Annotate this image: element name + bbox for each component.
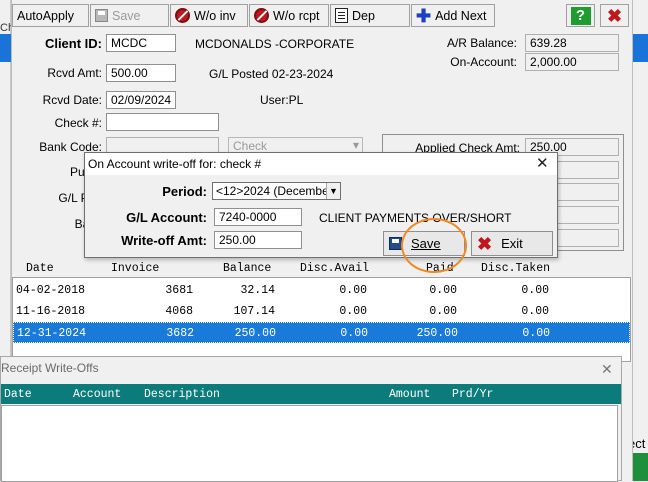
toolbar: AutoApply Save W/o inv W/o rcpt Dep ✚ Ad… xyxy=(12,4,634,28)
on-account-label: On-Account: xyxy=(450,55,517,69)
column-header-prd-yr[interactable]: Prd/Yr xyxy=(452,388,493,401)
cell-date: 12-31-2024 xyxy=(17,327,87,340)
highlight-ring xyxy=(401,218,467,273)
check-number-field[interactable] xyxy=(106,113,219,131)
background-title-bar-left xyxy=(0,34,11,62)
invoice-grid-header: Date Invoice Balance Disc.Avail Paid Dis… xyxy=(12,260,634,276)
help-icon: ? xyxy=(570,6,591,25)
column-header-date[interactable]: Date xyxy=(26,262,54,275)
autoapply-button[interactable]: AutoApply xyxy=(12,4,89,27)
cell-disc-taken: 0.00 xyxy=(521,305,549,318)
cell-paid: 0.00 xyxy=(429,284,457,297)
writeoffs-grid[interactable] xyxy=(1,405,618,482)
deposit-button[interactable]: Dep xyxy=(330,4,410,27)
add-next-button[interactable]: ✚ Add Next xyxy=(411,4,495,27)
column-header-disc-taken[interactable]: Disc.Taken xyxy=(481,262,550,275)
gl-account-label: G/L Account: xyxy=(126,210,207,225)
writeoff-invoice-button[interactable]: W/o inv xyxy=(170,4,248,27)
table-row[interactable]: 04-02-2018 3681 32.14 0.00 0.00 0.00 xyxy=(13,280,630,301)
exit-button-label: Exit xyxy=(501,236,523,251)
close-window-button[interactable]: ✖ xyxy=(600,4,629,27)
period-value: <12>2024 (Decembe xyxy=(216,184,329,198)
table-row[interactable]: 11-16-2018 4068 107.14 0.00 0.00 0.00 xyxy=(13,301,630,322)
cell-disc-avail: 0.00 xyxy=(339,284,367,297)
exit-button[interactable]: ✖ Exit xyxy=(471,231,553,256)
gl-account-field[interactable]: 7240-0000 xyxy=(214,208,302,226)
dialog-close-icon[interactable]: ✕ xyxy=(536,154,549,172)
gl-posted-text: G/L Posted 02-23-2024 xyxy=(209,67,334,81)
cell-disc-taken: 0.00 xyxy=(522,327,550,340)
invoice-grid: 04-02-2018 3681 32.14 0.00 0.00 0.00 11-… xyxy=(12,277,631,362)
ar-balance-field: 639.28 xyxy=(525,34,619,52)
autoapply-label: AutoApply xyxy=(17,8,74,23)
rcvd-amt-field[interactable]: 500.00 xyxy=(106,64,176,82)
receipt-writeoffs-window: Receipt Write-Offs ✕ Date Account Descri… xyxy=(0,356,622,482)
writeoff-amt-field[interactable]: 250.00 xyxy=(214,231,302,249)
no-sign-icon xyxy=(254,8,269,23)
close-icon: ✖ xyxy=(477,233,493,254)
client-id-field[interactable]: MCDC xyxy=(106,34,176,52)
rcvd-date-label: Rcvd Date: xyxy=(42,93,102,107)
save-toolbar-button[interactable]: Save xyxy=(90,4,169,27)
writeoffs-close-icon[interactable]: ✕ xyxy=(601,361,613,378)
cell-balance: 250.00 xyxy=(234,327,276,340)
help-button[interactable]: ? xyxy=(566,4,595,27)
document-icon xyxy=(335,8,348,23)
table-row-selected[interactable]: 12-31-2024 3682 250.00 0.00 250.00 0.00 xyxy=(13,322,630,343)
ar-balance-label: A/R Balance: xyxy=(446,36,517,50)
column-header-amount[interactable]: Amount xyxy=(389,388,430,401)
no-sign-icon xyxy=(175,8,190,23)
column-header-description[interactable]: Description xyxy=(144,388,220,401)
writeoff-amt-label: Write-off Amt: xyxy=(121,233,207,248)
column-header-invoice[interactable]: Invoice xyxy=(111,262,159,275)
writeoff-invoice-label: W/o inv xyxy=(194,8,236,23)
client-id-label: Client ID: xyxy=(44,36,102,51)
cell-balance: 32.14 xyxy=(240,284,275,297)
writeoffs-grid-header: Date Account Description Amount Prd/Yr xyxy=(1,384,621,404)
save-toolbar-label: Save xyxy=(112,8,141,23)
on-account-field: 2,000.00 xyxy=(525,53,619,71)
client-name: MCDONALDS -CORPORATE xyxy=(195,37,355,51)
column-header-balance[interactable]: Balance xyxy=(223,262,271,275)
rcvd-amt-label: Rcvd Amt: xyxy=(47,66,102,80)
column-header-date[interactable]: Date xyxy=(4,388,32,401)
cell-disc-taken: 0.00 xyxy=(521,284,549,297)
writeoffs-title: Receipt Write-Offs xyxy=(1,361,99,375)
period-label: Period: xyxy=(162,184,207,199)
column-header-disc-avail[interactable]: Disc.Avail xyxy=(300,262,369,275)
cell-disc-avail: 0.00 xyxy=(340,327,368,340)
cell-date: 04-02-2018 xyxy=(16,284,86,297)
dialog-title-bar: On Account write-off for: check # xyxy=(85,153,557,175)
cell-invoice: 3682 xyxy=(166,327,194,340)
save-disk-icon xyxy=(95,9,108,22)
cell-date: 11-16-2018 xyxy=(16,305,86,318)
chevron-down-icon: ▼ xyxy=(326,183,340,199)
plus-icon: ✚ xyxy=(416,5,432,26)
user-text: User:PL xyxy=(260,93,304,107)
cell-disc-avail: 0.00 xyxy=(339,305,367,318)
cell-paid: 0.00 xyxy=(429,305,457,318)
writeoff-receipt-button[interactable]: W/o rcpt xyxy=(249,4,329,27)
period-select[interactable]: <12>2024 (Decembe ▼ xyxy=(212,182,341,200)
column-header-account[interactable]: Account xyxy=(73,388,121,401)
cell-paid: 250.00 xyxy=(416,327,458,340)
writeoff-receipt-label: W/o rcpt xyxy=(273,8,320,23)
cell-invoice: 4068 xyxy=(165,305,193,318)
rcvd-date-field[interactable]: 02/09/2024 xyxy=(106,91,176,109)
cell-invoice: 3681 xyxy=(165,284,193,297)
writeoff-dialog: On Account write-off for: check # ✕ Peri… xyxy=(84,152,558,258)
check-number-label: Check #: xyxy=(54,116,102,130)
close-icon: ✖ xyxy=(606,5,623,26)
deposit-label: Dep xyxy=(352,8,375,23)
cell-balance: 107.14 xyxy=(233,305,275,318)
add-next-label: Add Next xyxy=(435,8,487,23)
dialog-title: On Account write-off for: check # xyxy=(88,157,262,171)
